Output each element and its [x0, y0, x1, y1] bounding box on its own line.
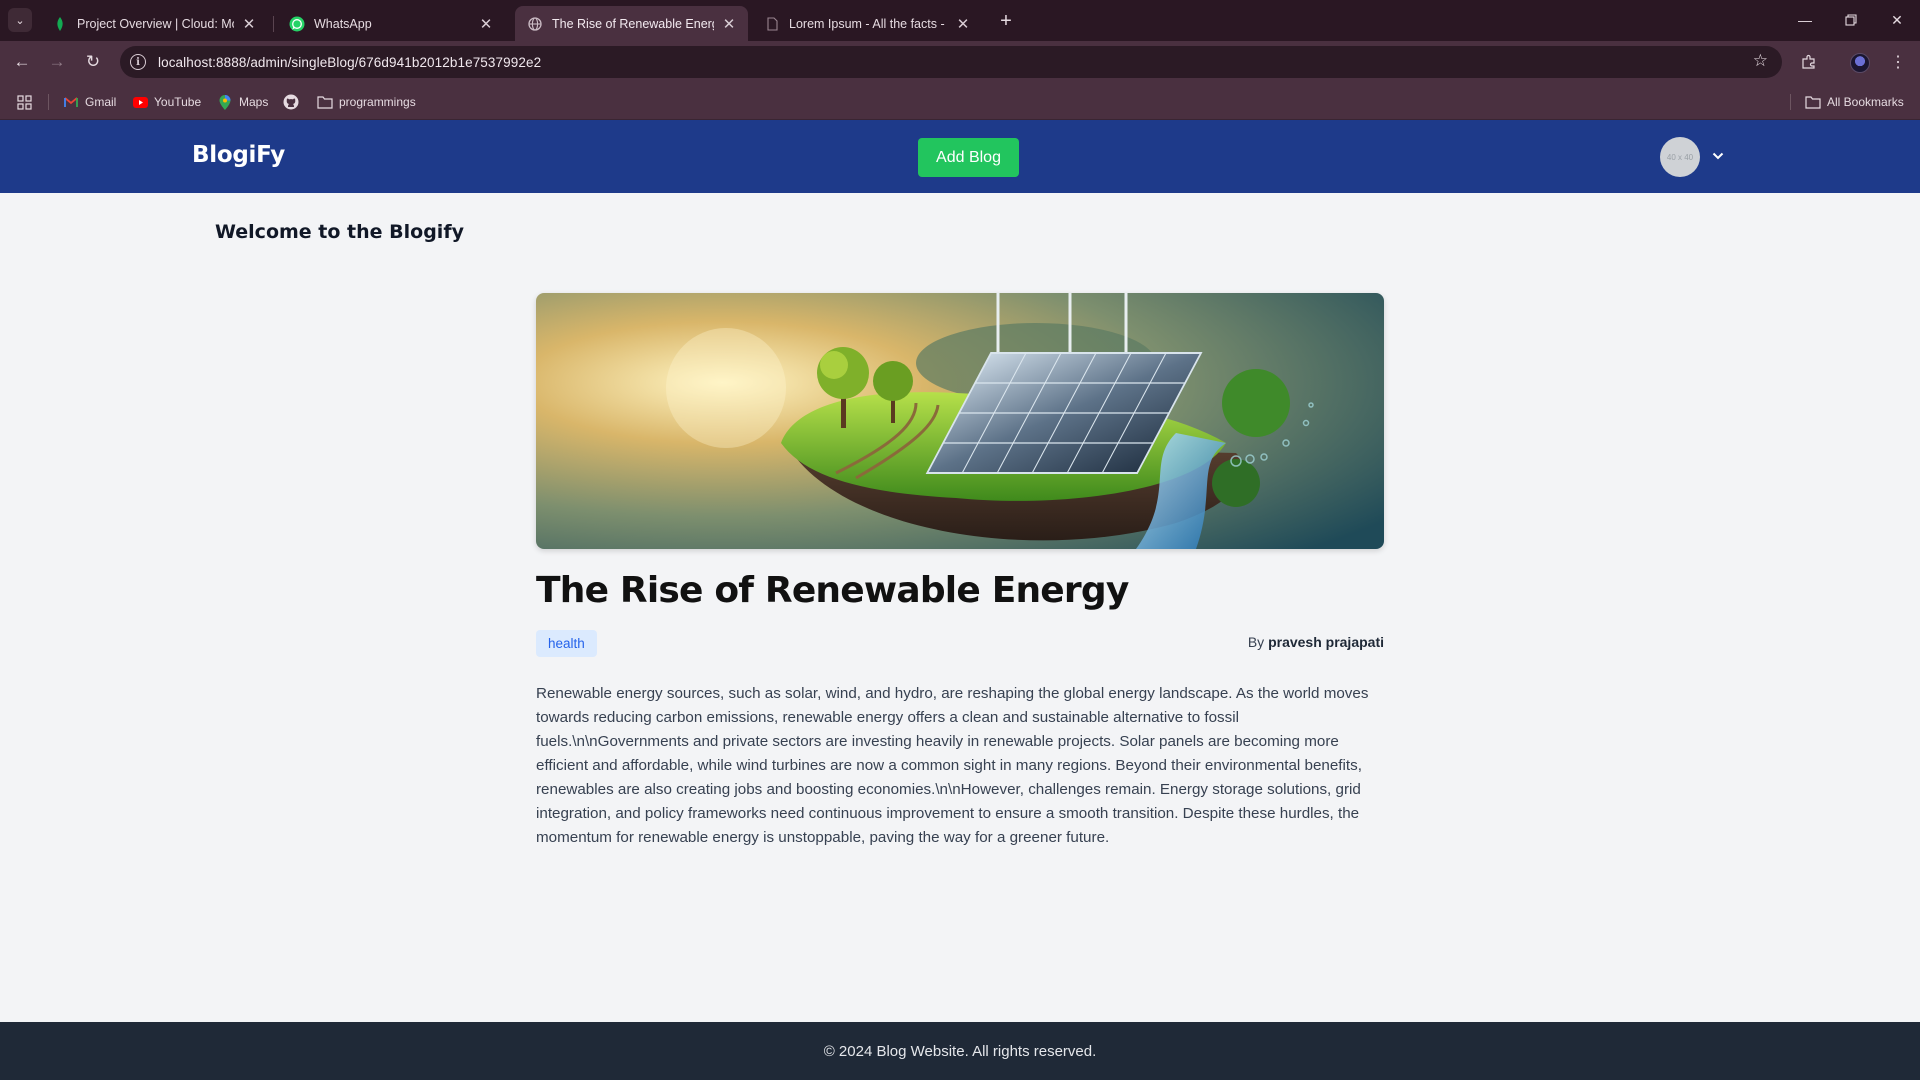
url-text[interactable]: localhost:8888/admin/singleBlog/676d941b… [158, 55, 541, 70]
restore-icon[interactable] [1828, 0, 1874, 40]
tab-title: WhatsApp [314, 16, 372, 31]
author-byline: By pravesh prajapati [1248, 634, 1384, 650]
tab-whatsapp[interactable]: WhatsApp ✕ [277, 6, 505, 41]
bookmark-label: YouTube [154, 95, 202, 109]
renewable-energy-illustration [536, 293, 1384, 549]
globe-icon [527, 16, 543, 32]
browser-profile-avatar[interactable] [1850, 53, 1870, 73]
welcome-heading: Welcome to the Blogify [215, 221, 464, 243]
new-tab-plus-icon[interactable]: + [994, 9, 1018, 33]
bookmark-folder-programmings[interactable]: programmings [317, 91, 416, 113]
bookmark-github[interactable] [283, 91, 305, 113]
bookmark-label: programmings [339, 95, 416, 109]
minimize-icon[interactable]: — [1782, 0, 1828, 40]
author-name: pravesh prajapati [1268, 634, 1384, 650]
folder-icon [317, 94, 333, 110]
bookmark-separator [1790, 94, 1791, 110]
reload-icon[interactable]: ↻ [80, 49, 106, 75]
copyright-text: © 2024 Blog Website. All rights reserved… [823, 1042, 1097, 1060]
tab-lorem-ipsum[interactable]: Lorem Ipsum - All the facts - Li ✕ [752, 6, 982, 41]
mongodb-leaf-icon [52, 16, 68, 32]
blog-title: The Rise of Renewable Energy [536, 570, 1129, 611]
site-footer: © 2024 Blog Website. All rights reserved… [0, 1022, 1920, 1080]
browser-toolbar: ← → ↻ i localhost:8888/admin/singleBlog/… [0, 41, 1920, 83]
site-header: BlogiFy Add Blog 40 x 40 [0, 120, 1920, 193]
tab-title: Lorem Ipsum - All the facts - Li [789, 16, 948, 31]
category-tag[interactable]: health [536, 630, 597, 657]
tab-separator [273, 16, 274, 32]
apps-grid-icon[interactable] [17, 91, 32, 113]
forward-arrow-icon[interactable]: → [44, 49, 70, 75]
bookmark-label: Maps [239, 95, 269, 109]
tab-close-icon[interactable]: ✕ [240, 15, 258, 33]
gmail-icon [63, 94, 79, 110]
tab-title: The Rise of Renewable Energy [552, 16, 714, 31]
bookmark-star-icon[interactable]: ☆ [1753, 51, 1768, 71]
whatsapp-icon [289, 16, 305, 32]
blog-cover-image [536, 293, 1384, 549]
tab-search-chevron-icon[interactable]: ⌄ [8, 8, 32, 32]
bookmark-separator [48, 94, 49, 110]
browser-menu-icon[interactable]: ⋮ [1888, 49, 1908, 75]
all-bookmarks-label: All Bookmarks [1827, 95, 1904, 109]
site-info-icon[interactable]: i [130, 54, 146, 70]
tab-project-overview[interactable]: Project Overview | Cloud: Mong ✕ [40, 6, 268, 41]
tab-close-icon[interactable]: ✕ [477, 15, 495, 33]
document-icon [764, 16, 780, 32]
folder-icon [1805, 94, 1821, 110]
maps-pin-icon [217, 94, 233, 110]
chevron-down-icon[interactable] [1708, 146, 1728, 166]
tab-close-icon[interactable]: ✕ [720, 15, 738, 33]
tab-close-icon[interactable]: ✕ [954, 15, 972, 33]
bookmarks-bar: Gmail YouTube Maps programmings All Book… [0, 83, 1920, 120]
back-arrow-icon[interactable]: ← [9, 49, 35, 75]
bookmark-gmail[interactable]: Gmail [63, 91, 116, 113]
window-close-icon[interactable]: ✕ [1874, 0, 1920, 40]
brand-logo-text[interactable]: BlogiFy [192, 142, 285, 168]
tab-title: Project Overview | Cloud: Mong [77, 16, 234, 31]
add-blog-button[interactable]: Add Blog [918, 138, 1019, 177]
extensions-puzzle-icon[interactable] [1796, 49, 1822, 75]
tab-rise-of-renewable-energy[interactable]: The Rise of Renewable Energy ✕ [515, 6, 748, 41]
all-bookmarks[interactable]: All Bookmarks [1805, 91, 1904, 113]
bookmark-youtube[interactable]: YouTube [132, 91, 201, 113]
blog-body: Renewable energy sources, such as solar,… [536, 685, 1369, 846]
github-icon [283, 94, 299, 110]
youtube-icon [132, 94, 148, 110]
address-bar[interactable]: i localhost:8888/admin/singleBlog/676d94… [120, 46, 1782, 78]
bookmark-maps[interactable]: Maps [217, 91, 268, 113]
by-label: By [1247, 634, 1269, 650]
user-avatar[interactable]: 40 x 40 [1660, 137, 1700, 177]
bookmark-label: Gmail [85, 95, 117, 109]
browser-tab-bar: ⌄ Project Overview | Cloud: Mong ✕ Whats… [0, 0, 1920, 41]
